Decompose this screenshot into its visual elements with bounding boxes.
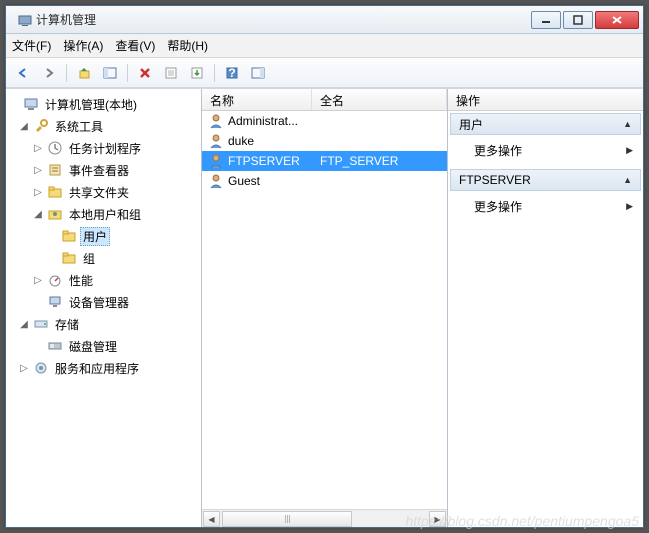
row-name: Administrat... [228,114,298,128]
user-icon [208,153,224,169]
scroll-right-button[interactable]: ▶ [429,511,446,527]
actions-item[interactable]: 更多操作 ▶ [450,195,641,217]
action-pane-button[interactable] [247,62,269,84]
delete-button[interactable] [134,62,156,84]
actions-title: 操作 [448,89,643,111]
minimize-button[interactable] [531,11,561,29]
tree[interactable]: 计算机管理(本地) ◢ 系统工具 ▷任务计划程序 [8,93,199,379]
expand-icon[interactable]: ▷ [18,363,30,374]
user-icon [208,173,224,189]
submenu-icon: ▶ [626,201,633,212]
tree-task-scheduler[interactable]: ▷任务计划程序 [8,137,199,159]
collapse-icon[interactable]: ◢ [32,209,44,220]
action-label: 更多操作 [474,142,522,159]
expand-icon[interactable]: ▷ [32,275,44,286]
properties-button[interactable] [160,62,182,84]
titlebar: 计算机管理 [6,6,643,34]
tree-users[interactable]: 用户 [8,225,199,247]
toolbar-separator [127,64,128,82]
svg-text:?: ? [228,66,235,80]
action-label: 更多操作 [474,198,522,215]
menubar: 文件(F) 操作(A) 查看(V) 帮助(H) [6,34,643,58]
row-fullname: FTP_SERVER [312,154,447,168]
row-name: FTPSERVER [228,154,300,168]
collapse-icon[interactable]: ◢ [18,121,30,132]
list-row[interactable]: FTPSERVER FTP_SERVER [202,151,447,171]
tree-event-viewer[interactable]: ▷事件查看器 [8,159,199,181]
tree-disk-management[interactable]: 磁盘管理 [8,335,199,357]
expand-icon[interactable]: ▷ [32,165,44,176]
menu-view[interactable]: 查看(V) [115,37,155,54]
submenu-icon: ▶ [626,145,633,156]
show-hide-tree-button[interactable] [99,62,121,84]
toolbar-separator [214,64,215,82]
section-title: FTPSERVER [459,173,531,187]
actions-item[interactable]: 更多操作 ▶ [450,139,641,161]
users-folder-icon [47,206,63,222]
forward-button[interactable] [38,62,60,84]
clock-icon [47,140,63,156]
tools-icon [33,118,49,134]
performance-icon [47,272,63,288]
actions-section-header[interactable]: 用户 ▲ [450,113,641,135]
collapse-icon[interactable]: ◢ [18,319,30,330]
maximize-button[interactable] [563,11,593,29]
tree-local-users-groups[interactable]: ◢本地用户和组 [8,203,199,225]
col-fullname[interactable]: 全名 [312,89,447,110]
folder-icon [61,250,77,266]
export-button[interactable] [186,62,208,84]
back-button[interactable] [12,62,34,84]
shared-folder-icon [47,184,63,200]
list-body[interactable]: Administrat... duke FTPSERVER FTP_SERVER Gue… [202,111,447,509]
disk-icon [47,338,63,354]
tree-device-manager[interactable]: 设备管理器 [8,291,199,313]
list-header: 名称 全名 [202,89,447,111]
collapse-icon: ▲ [623,119,632,129]
close-button[interactable] [595,11,639,29]
tree-performance[interactable]: ▷性能 [8,269,199,291]
storage-icon [33,316,49,332]
menu-file[interactable]: 文件(F) [12,37,51,54]
menu-action[interactable]: 操作(A) [63,37,103,54]
user-icon [208,113,224,129]
tree-pane: 计算机管理(本地) ◢ 系统工具 ▷任务计划程序 [6,89,202,527]
body-panes: 计算机管理(本地) ◢ 系统工具 ▷任务计划程序 [6,88,643,527]
tree-system-tools[interactable]: ◢ 系统工具 [8,115,199,137]
up-button[interactable] [73,62,95,84]
actions-pane: 操作 用户 ▲ 更多操作 ▶ FTPSERVER ▲ 更多操作 ▶ [448,89,643,527]
computer-management-window: 计算机管理 文件(F) 操作(A) 查看(V) 帮助(H) ? [5,5,644,528]
services-icon [33,360,49,376]
device-icon [47,294,63,310]
tree-services-apps[interactable]: ▷服务和应用程序 [8,357,199,379]
row-name: duke [228,134,254,148]
window-title: 计算机管理 [36,11,529,28]
actions-section-header[interactable]: FTPSERVER ▲ [450,169,641,191]
list-pane: 名称 全名 Administrat... duke FTPSERVER FTP_SER… [202,89,448,527]
horizontal-scrollbar[interactable]: ◀ ▶ [202,509,447,527]
event-icon [47,162,63,178]
scroll-thumb[interactable] [222,511,352,527]
tree-storage[interactable]: ◢存储 [8,313,199,335]
computer-icon [23,96,39,112]
folder-icon [61,228,77,244]
tree-root[interactable]: 计算机管理(本地) [8,93,199,115]
collapse-icon: ▲ [623,175,632,185]
app-icon [17,12,33,28]
list-row[interactable]: Administrat... [202,111,447,131]
list-row[interactable]: Guest [202,171,447,191]
user-icon [208,133,224,149]
list-row[interactable]: duke [202,131,447,151]
tree-shared-folders[interactable]: ▷共享文件夹 [8,181,199,203]
expand-icon[interactable]: ▷ [32,187,44,198]
menu-help[interactable]: 帮助(H) [167,37,208,54]
col-name[interactable]: 名称 [202,89,312,110]
toolbar-separator [66,64,67,82]
toolbar: ? [6,58,643,88]
tree-groups[interactable]: 组 [8,247,199,269]
section-title: 用户 [459,116,483,133]
row-name: Guest [228,174,260,188]
help-button[interactable]: ? [221,62,243,84]
scroll-left-button[interactable]: ◀ [203,511,220,527]
expand-icon[interactable]: ▷ [32,143,44,154]
